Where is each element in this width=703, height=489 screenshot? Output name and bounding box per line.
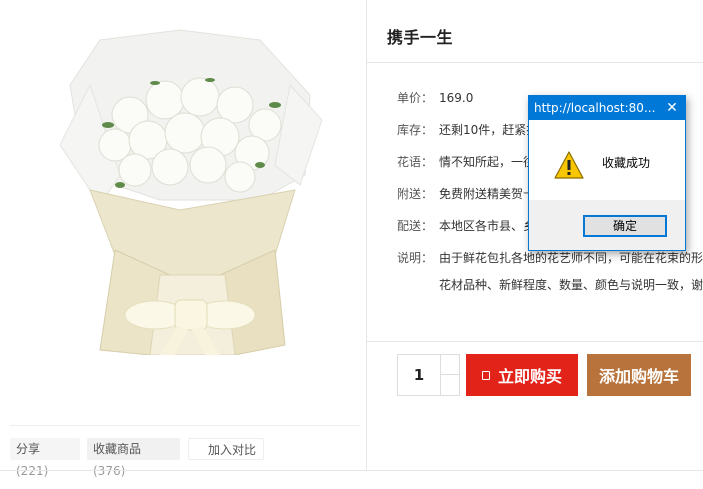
- product-image: [59, 25, 330, 356]
- stock-label: 库存：: [397, 123, 434, 137]
- gift-row: 附送： 免费附送精美贺卡: [397, 185, 535, 202]
- gift-label: 附送：: [397, 187, 434, 201]
- share-button[interactable]: 分享 (221): [10, 438, 80, 478]
- share-count: (221): [16, 464, 49, 478]
- delivery-value: 本地区各市县、乡: [439, 219, 536, 233]
- ok-button[interactable]: 确定: [583, 215, 667, 237]
- flower-language-value: 情不知所起，一往: [439, 155, 536, 169]
- product-title: 携手一生: [387, 28, 454, 47]
- description-line1: 由于鲜花包扎各地的花艺师不同，可能在花束的形: [439, 251, 703, 265]
- delivery-label: 配送：: [397, 219, 434, 233]
- price-row: 单价： 169.0: [397, 89, 473, 106]
- dialog-message: 收藏成功: [602, 156, 651, 170]
- add-to-cart-label: 添加购物车: [598, 367, 679, 386]
- quantity-stepper[interactable]: 1: [397, 354, 460, 396]
- dialog-titlebar[interactable]: http://localhost:80... ✕: [529, 96, 685, 120]
- favorite-count: (376): [93, 464, 126, 478]
- bag-icon: [481, 370, 490, 380]
- dialog-title: http://localhost:80...: [534, 101, 656, 115]
- dialog-body: 收藏成功: [529, 120, 685, 200]
- quantity-value[interactable]: 1: [398, 355, 440, 395]
- flower-language-row: 花语： 情不知所起，一往: [397, 153, 535, 170]
- compare-button[interactable]: 加入对比: [188, 438, 264, 460]
- favorite-button[interactable]: 收藏商品 (376): [87, 438, 180, 478]
- quantity-increase-button[interactable]: [441, 355, 460, 375]
- quantity-decrease-button[interactable]: [441, 375, 460, 395]
- price-value: 169.0: [439, 91, 474, 105]
- flower-language-label: 花语：: [397, 155, 434, 169]
- description-label: 说明：: [397, 251, 434, 265]
- info-divider: [367, 341, 703, 342]
- column-divider: [366, 0, 367, 470]
- image-divider: [10, 425, 360, 426]
- warning-icon: [553, 150, 585, 180]
- stock-row: 库存： 还剩10件，赶紧抢: [397, 121, 538, 138]
- alert-dialog: http://localhost:80... ✕ 收藏成功 确定: [528, 95, 686, 251]
- compare-label: 加入对比: [208, 443, 257, 457]
- title-divider: [367, 62, 703, 63]
- price-label: 单价：: [397, 91, 434, 105]
- add-to-cart-button[interactable]: 添加购物车: [587, 354, 691, 396]
- buy-now-label: 立即购买: [497, 367, 562, 386]
- bottom-divider: [0, 470, 703, 471]
- quantity-controls: [440, 355, 460, 395]
- description-row: 说明： 由于鲜花包扎各地的花艺师不同，可能在花束的形: [397, 249, 703, 266]
- favorite-label: 收藏商品: [93, 442, 142, 456]
- stock-value: 还剩10件，赶紧抢: [439, 123, 539, 137]
- description-line2: 花材品种、新鲜程度、数量、颜色与说明一致，谢: [439, 278, 703, 292]
- buy-now-button[interactable]: 立即购买: [466, 354, 578, 396]
- close-icon[interactable]: ✕: [665, 96, 679, 120]
- share-label: 分享: [16, 442, 41, 456]
- gift-value: 免费附送精美贺卡: [439, 187, 536, 201]
- delivery-row: 配送： 本地区各市县、乡: [397, 217, 535, 234]
